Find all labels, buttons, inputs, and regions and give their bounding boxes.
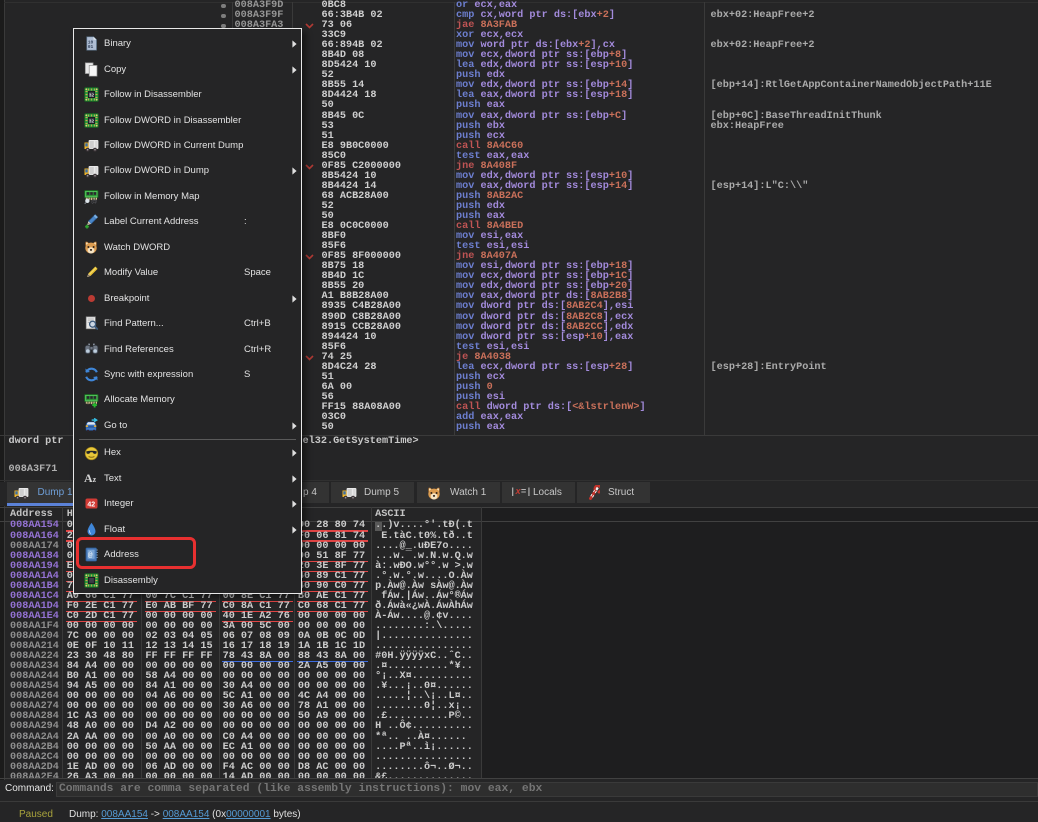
svg-text:32: 32 <box>89 118 95 124</box>
svg-text:@: @ <box>91 198 97 204</box>
svg-text:01: 01 <box>88 45 94 51</box>
svg-text:42: 42 <box>87 502 95 509</box>
svg-text:32: 32 <box>89 93 95 99</box>
